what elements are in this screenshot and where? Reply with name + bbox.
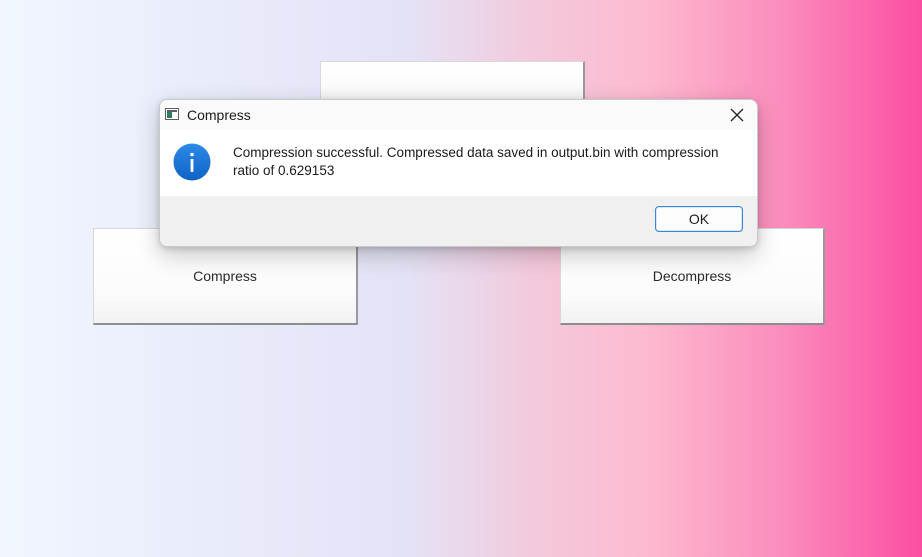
decompress-button-label: Decompress [652, 268, 732, 284]
close-icon [730, 108, 744, 122]
message-dialog: Compress Compression successful. Compres… [159, 99, 758, 247]
dialog-content: Compression successful. Compressed data … [160, 130, 757, 197]
close-button[interactable] [717, 100, 757, 130]
dialog-titlebar: Compress [160, 100, 757, 130]
compress-button-label: Compress [193, 268, 257, 284]
info-icon [173, 143, 211, 181]
dialog-message: Compression successful. Compressed data … [233, 145, 719, 178]
dialog-title: Compress [187, 107, 251, 123]
app-window-icon [165, 108, 179, 120]
ok-button[interactable]: OK [655, 206, 743, 232]
dialog-footer: OK [160, 196, 757, 246]
top-button[interactable] [320, 61, 585, 101]
